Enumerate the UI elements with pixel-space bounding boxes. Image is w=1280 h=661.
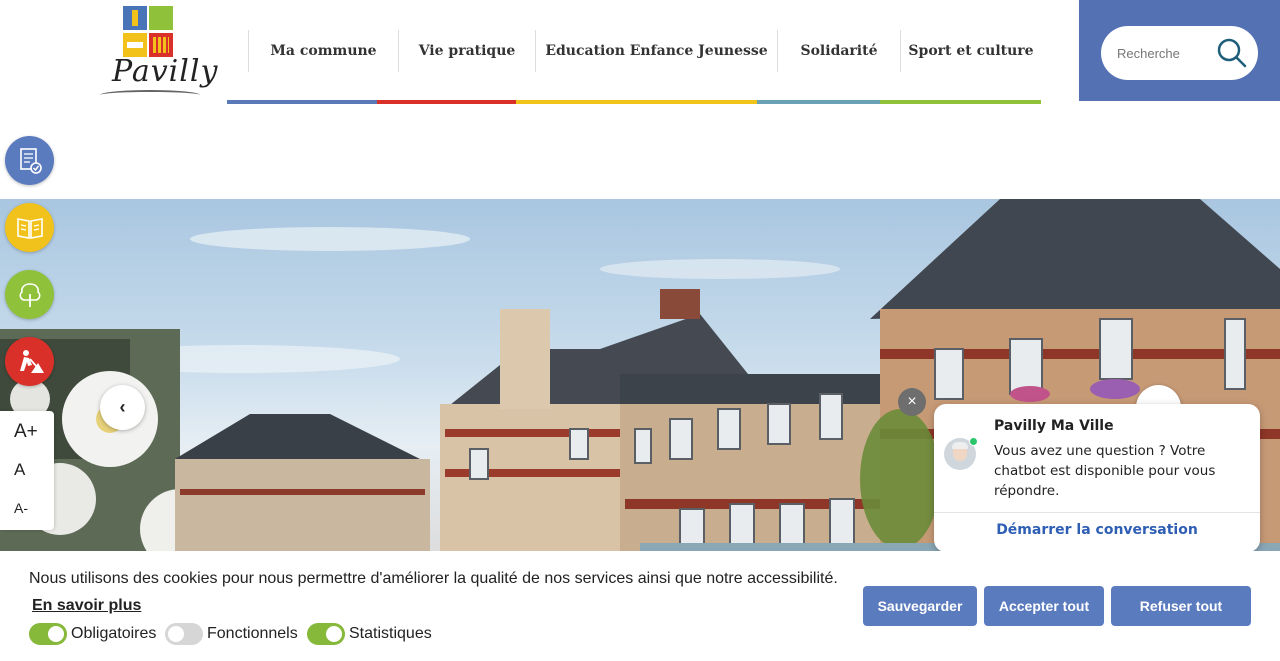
- toggle-switch-statistiques[interactable]: [307, 623, 345, 645]
- shortcut-travaux[interactable]: [5, 337, 54, 386]
- nav-item-solidarite[interactable]: Solidarité: [777, 30, 900, 72]
- start-conversation-button[interactable]: Démarrer la conversation: [934, 522, 1260, 538]
- chatbot-popup: Pavilly Ma Ville Vous avez une question …: [934, 404, 1260, 552]
- chatbot-title: Pavilly Ma Ville: [994, 418, 1114, 434]
- search-box: [1101, 26, 1258, 80]
- search-icon[interactable]: [1216, 37, 1248, 69]
- nav-item-vie-pratique[interactable]: Vie pratique: [398, 30, 535, 72]
- cookie-toggle-obligatoires: Obligatoires: [29, 623, 156, 645]
- shortcut-environnement[interactable]: [5, 270, 54, 319]
- toggle-switch-obligatoires[interactable]: [29, 623, 67, 645]
- cookie-learn-more-link[interactable]: En savoir plus: [32, 597, 141, 615]
- nav-bar-green: [880, 100, 1041, 104]
- toggle-label-fonctionnels: Fonctionnels: [207, 625, 298, 642]
- document-check-icon: [19, 147, 42, 174]
- cookie-message: Nous utilisons des cookies pour nous per…: [29, 570, 838, 587]
- nav-item-sport-culture[interactable]: Sport et culture: [900, 30, 1041, 72]
- nav-color-bars: [227, 100, 1041, 104]
- cookie-refuse-all-button[interactable]: Refuser tout: [1111, 586, 1251, 626]
- shortcut-demarches[interactable]: [5, 136, 54, 185]
- chatbot-avatar: [944, 437, 978, 470]
- main-nav: Ma commune Vie pratique Education Enfanc…: [227, 0, 1041, 104]
- font-reset-button[interactable]: A: [0, 460, 54, 480]
- toggle-label-obligatoires: Obligatoires: [71, 625, 157, 642]
- roadworks-icon: [19, 349, 44, 373]
- font-increase-button[interactable]: A+: [0, 421, 54, 443]
- nav-bar-teal: [757, 100, 880, 104]
- site-logo[interactable]: Pavilly: [100, 4, 217, 102]
- toggle-switch-fonctionnels[interactable]: [165, 623, 203, 645]
- search-input[interactable]: [1117, 44, 1217, 62]
- cookie-toggle-statistiques: Statistiques: [307, 623, 432, 645]
- shortcut-publications[interactable]: [5, 203, 54, 252]
- site-header: Pavilly Ma commune Vie pratique Educatio…: [0, 0, 1280, 199]
- cookie-toggle-fonctionnels: Fonctionnels: [165, 623, 298, 645]
- nav-bar-red: [377, 100, 516, 104]
- nav-item-ma-commune[interactable]: Ma commune: [248, 30, 398, 72]
- nav-bar-blue: [227, 100, 377, 104]
- open-book-icon: [16, 217, 43, 239]
- cookie-banner: Nous utilisons des cookies pour nous per…: [0, 551, 1280, 661]
- chatbot-message: Vous avez une question ? Votre chatbot e…: [994, 443, 1216, 499]
- chatbot-divider: [934, 512, 1260, 513]
- nav-item-education[interactable]: Education Enfance Jeunesse: [535, 30, 777, 72]
- chatbot-close-button[interactable]: ×: [898, 388, 926, 416]
- cookie-accept-all-button[interactable]: Accepter tout: [984, 586, 1104, 626]
- coat-of-arms-icon: [123, 6, 175, 60]
- nav-bar-yellow: [516, 100, 757, 104]
- font-size-tools: A+ A A-: [0, 411, 54, 530]
- logo-text: Pavilly: [112, 54, 219, 89]
- cookie-save-button[interactable]: Sauvegarder: [863, 586, 977, 626]
- logo-swoosh: [100, 90, 200, 100]
- toggle-label-statistiques: Statistiques: [349, 625, 432, 642]
- slider-prev-button[interactable]: ‹: [100, 385, 145, 430]
- tree-icon: [19, 282, 40, 307]
- online-status-icon: [969, 437, 978, 446]
- search-zone: [1079, 0, 1280, 101]
- font-decrease-button[interactable]: A-: [0, 500, 54, 516]
